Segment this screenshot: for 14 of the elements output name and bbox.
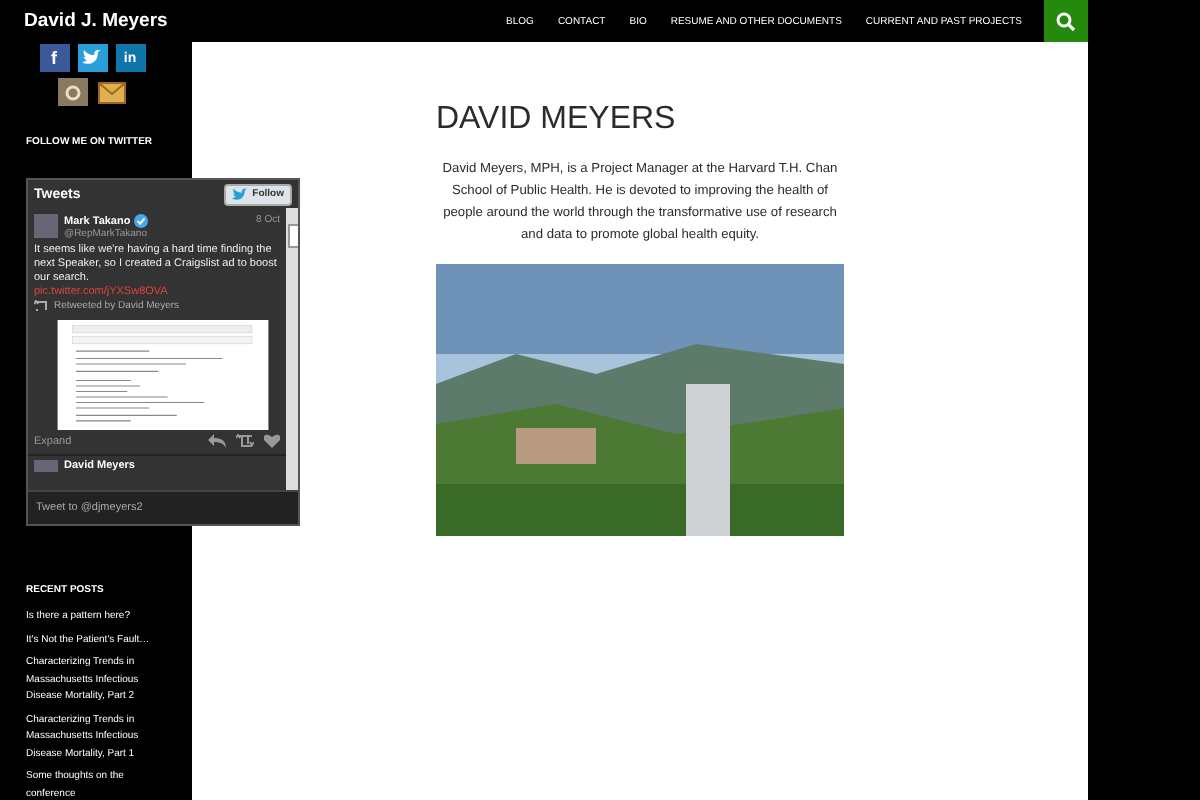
avatar-placeholder (34, 460, 58, 472)
bird-icon (232, 187, 249, 201)
search-icon (1056, 11, 1076, 31)
verified-icon (134, 214, 149, 228)
page-title: DAVID MEYERS (436, 102, 676, 138)
avatar-placeholder (34, 214, 58, 238)
facebook-icon[interactable]: f (39, 44, 69, 72)
envelope-icon[interactable] (96, 78, 126, 106)
search-button[interactable] (1044, 0, 1088, 42)
bird-icon[interactable] (77, 44, 107, 72)
site-title[interactable]: David J. Meyers (24, 10, 168, 32)
reply-icon[interactable] (208, 434, 226, 448)
scrollbar[interactable] (286, 208, 298, 490)
heart-icon[interactable] (264, 434, 280, 448)
